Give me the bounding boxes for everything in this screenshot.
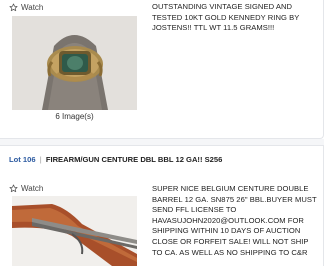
watch-label: Watch [21, 184, 44, 193]
star-icon [9, 3, 18, 12]
star-icon [9, 184, 18, 193]
lot-separator: | [39, 155, 42, 164]
watch-button[interactable]: Watch [9, 3, 43, 12]
watch-label: Watch [21, 3, 44, 12]
ring-image [12, 16, 137, 110]
image-count[interactable]: 6 Image(s) [12, 112, 137, 121]
lot-number-link[interactable]: Lot 106 [9, 155, 36, 164]
lot-description: OUTSTANDING VINTAGE SIGNED AND TESTED 10… [152, 2, 300, 33]
watch-button[interactable]: Watch [9, 184, 43, 193]
lot-thumbnail-ring[interactable] [12, 16, 137, 110]
lot-description: SUPER NICE BELGIUM CENTURE DOUBLE BARREL… [152, 184, 317, 257]
lot-thumbnail-shotgun[interactable] [12, 196, 137, 266]
shotgun-image [12, 196, 137, 266]
lot-header: Lot 106 | FIREARM/GUN CENTURE DBL BBL 12… [9, 155, 222, 164]
lot-title[interactable]: FIREARM/GUN CENTURE DBL BBL 12 GA!! S256 [46, 155, 223, 164]
